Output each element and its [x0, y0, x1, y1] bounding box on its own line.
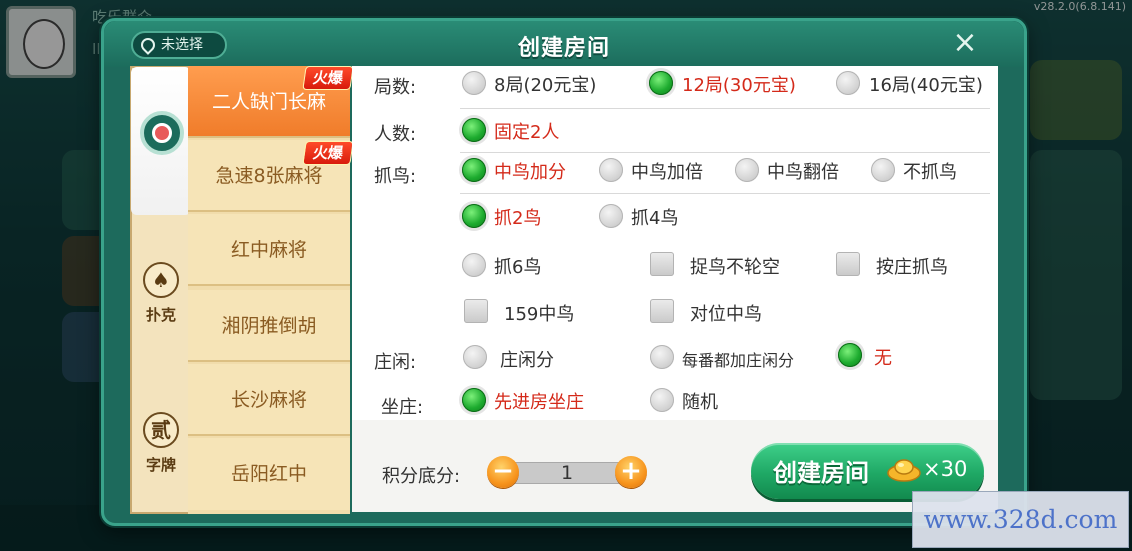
location-label: 未选择 — [161, 37, 203, 53]
radio-bird-double[interactable] — [599, 158, 623, 182]
radio-banker-none[interactable] — [838, 343, 862, 367]
close-button[interactable]: × — [950, 28, 980, 58]
radio-rounds-8[interactable] — [462, 71, 486, 95]
option-banker-score[interactable]: 庄闲分 — [500, 346, 554, 372]
create-cost: ×30 — [923, 457, 968, 481]
radio-rounds-16[interactable] — [836, 71, 860, 95]
option-bird-flip[interactable]: 中鸟翻倍 — [767, 158, 839, 184]
score-stepper: 1 − + — [487, 456, 647, 490]
category-poker[interactable]: ♠ 扑克 — [131, 262, 191, 325]
radio-rounds-12[interactable] — [649, 71, 673, 95]
game-item-hongzhong[interactable]: 红中麻将 — [188, 214, 350, 286]
banker-label: 庄闲: — [374, 352, 417, 373]
seat-label: 坐庄: — [381, 397, 424, 418]
option-banker-none[interactable]: 无 — [874, 344, 892, 370]
game-label: 急速8张麻将 — [215, 165, 323, 187]
category-poker-label: 扑克 — [145, 306, 176, 324]
category-mahjong[interactable] — [131, 67, 191, 215]
score-label: 积分底分: — [382, 466, 461, 487]
option-159-bird[interactable]: 159中鸟 — [504, 300, 574, 326]
checkbox-159-bird[interactable] — [464, 299, 488, 323]
score-value: 1 — [503, 462, 631, 484]
radio-bird-2[interactable] — [462, 204, 486, 228]
checkbox-catch-no-empty[interactable] — [650, 252, 674, 276]
option-bird-4[interactable]: 抓4鸟 — [631, 204, 678, 230]
option-rounds-8[interactable]: 8局(20元宝) — [494, 71, 596, 97]
checkbox-opposite-bird[interactable] — [650, 299, 674, 323]
checkbox-banker-bird[interactable] — [836, 252, 860, 276]
option-bird-6[interactable]: 抓6鸟 — [494, 253, 541, 279]
option-rounds-16[interactable]: 16局(40元宝) — [869, 71, 983, 97]
radio-seat-first[interactable] — [462, 388, 486, 412]
option-catch-no-empty[interactable]: 捉鸟不轮空 — [690, 253, 780, 279]
plus-button[interactable]: + — [615, 456, 647, 488]
game-item-yueyang[interactable]: 岳阳红中 — [188, 438, 350, 510]
game-label: 红中麻将 — [230, 239, 307, 261]
radio-bird-none[interactable] — [871, 158, 895, 182]
category-zipai[interactable]: 贰 字牌 — [131, 412, 191, 475]
option-opposite-bird[interactable]: 对位中鸟 — [690, 300, 762, 326]
game-label: 二人缺门长麻 — [211, 91, 326, 113]
radio-banker-each[interactable] — [650, 345, 674, 369]
location-pin-icon — [138, 35, 158, 55]
radio-bird-6[interactable] — [462, 253, 486, 277]
players-label: 人数: — [374, 124, 417, 145]
game-label: 岳阳红中 — [230, 463, 307, 485]
dialog-header: 创建房间 — [104, 21, 1024, 67]
divider — [460, 193, 990, 194]
radio-bird-add[interactable] — [462, 158, 486, 182]
game-item-xiangyin[interactable]: 湘阴推倒胡 — [188, 290, 350, 362]
radio-players-2[interactable] — [462, 118, 486, 142]
location-selector[interactable]: 未选择 — [131, 31, 227, 59]
radio-seat-random[interactable] — [650, 388, 674, 412]
option-bird-double[interactable]: 中鸟加倍 — [631, 158, 703, 184]
zipai-icon: 贰 — [143, 412, 179, 448]
spade-icon: ♠ — [143, 262, 179, 298]
minus-button[interactable]: − — [487, 456, 519, 488]
divider — [460, 108, 990, 109]
mahjong-icon — [140, 111, 184, 155]
option-rounds-12[interactable]: 12局(30元宝) — [682, 71, 796, 97]
create-room-label: 创建房间 — [773, 459, 869, 487]
option-bird-none[interactable]: 不抓鸟 — [903, 158, 957, 184]
bird-label: 抓鸟: — [374, 166, 417, 187]
rounds-label: 局数: — [374, 77, 417, 98]
option-bird-add[interactable]: 中鸟加分 — [494, 158, 566, 184]
option-bird-2[interactable]: 抓2鸟 — [494, 204, 541, 230]
hot-badge: 火爆 — [302, 141, 354, 165]
option-seat-first[interactable]: 先进房坐庄 — [494, 388, 584, 414]
watermark: www.328d.com — [912, 491, 1129, 548]
option-banker-bird[interactable]: 按庄抓鸟 — [876, 253, 948, 279]
hot-badge: 火爆 — [302, 66, 354, 90]
option-players-2[interactable]: 固定2人 — [494, 118, 559, 144]
radio-banker-score[interactable] — [463, 345, 487, 369]
game-item-changsha[interactable]: 长沙麻将 — [188, 364, 350, 436]
dialog-title: 创建房间 — [517, 36, 610, 61]
gold-ingot-icon — [887, 459, 921, 482]
radio-bird-flip[interactable] — [735, 158, 759, 182]
option-banker-each[interactable]: 每番都加庄闲分 — [682, 347, 794, 371]
radio-bird-4[interactable] — [599, 204, 623, 228]
option-seat-random[interactable]: 随机 — [682, 388, 718, 414]
game-label: 长沙麻将 — [230, 389, 307, 411]
game-label: 湘阴推倒胡 — [221, 315, 317, 337]
category-zipai-label: 字牌 — [145, 456, 176, 474]
divider — [460, 152, 990, 153]
